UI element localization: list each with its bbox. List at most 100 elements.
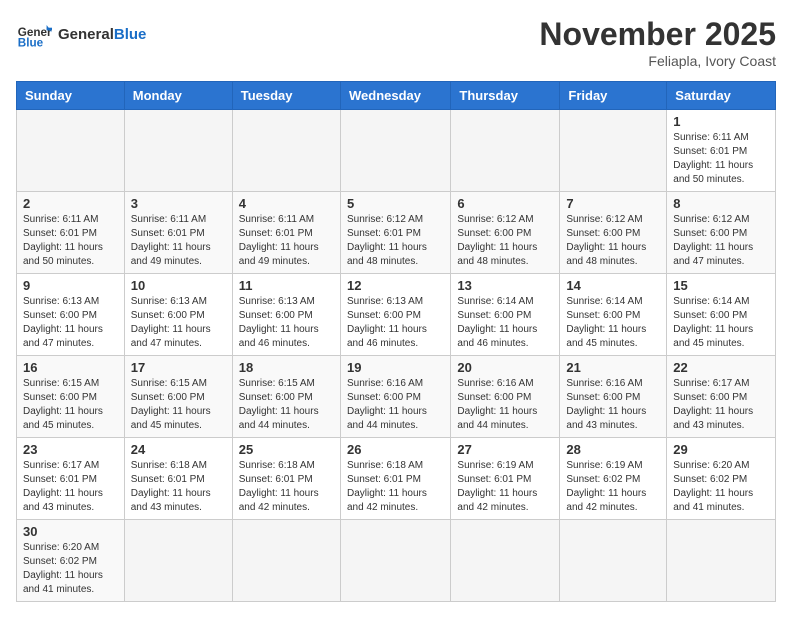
- calendar-cell: 16 Sunrise: 6:15 AM Sunset: 6:00 PM Dayli…: [17, 356, 125, 438]
- day-info: Sunrise: 6:18 AM Sunset: 6:01 PM Dayligh…: [239, 459, 334, 515]
- day-number: 22: [673, 360, 769, 375]
- day-number: 8: [673, 196, 769, 211]
- month-title: November 2025: [539, 16, 776, 53]
- weekday-header-monday: Monday: [124, 82, 232, 110]
- calendar-cell: 1Sunrise: 6:11 AM Sunset: 6:01 PM Daylig…: [667, 110, 776, 192]
- calendar-cell: 6Sunrise: 6:12 AM Sunset: 6:00 PM Daylig…: [451, 192, 560, 274]
- day-number: 19: [347, 360, 444, 375]
- day-number: 27: [457, 442, 553, 457]
- calendar-cell: [17, 110, 125, 192]
- weekday-header-row: SundayMondayTuesdayWednesdayThursdayFrid…: [17, 82, 776, 110]
- weekday-header-saturday: Saturday: [667, 82, 776, 110]
- logo: General Blue GeneralBlue: [16, 16, 146, 52]
- day-number: 7: [566, 196, 660, 211]
- weekday-header-tuesday: Tuesday: [232, 82, 340, 110]
- calendar-cell: 4Sunrise: 6:11 AM Sunset: 6:01 PM Daylig…: [232, 192, 340, 274]
- day-info: Sunrise: 6:20 AM Sunset: 6:02 PM Dayligh…: [23, 541, 118, 597]
- day-info: Sunrise: 6:13 AM Sunset: 6:00 PM Dayligh…: [347, 295, 444, 351]
- location-title: Feliapla, Ivory Coast: [539, 53, 776, 69]
- day-info: Sunrise: 6:19 AM Sunset: 6:01 PM Dayligh…: [457, 459, 553, 515]
- day-info: Sunrise: 6:14 AM Sunset: 6:00 PM Dayligh…: [566, 295, 660, 351]
- calendar-cell: 7Sunrise: 6:12 AM Sunset: 6:00 PM Daylig…: [560, 192, 667, 274]
- calendar-cell: [340, 520, 450, 602]
- day-number: 5: [347, 196, 444, 211]
- day-info: Sunrise: 6:17 AM Sunset: 6:01 PM Dayligh…: [23, 459, 118, 515]
- calendar-table: SundayMondayTuesdayWednesdayThursdayFrid…: [16, 81, 776, 602]
- day-number: 6: [457, 196, 553, 211]
- day-info: Sunrise: 6:17 AM Sunset: 6:00 PM Dayligh…: [673, 377, 769, 433]
- day-number: 3: [131, 196, 226, 211]
- calendar-cell: [560, 520, 667, 602]
- day-info: Sunrise: 6:15 AM Sunset: 6:00 PM Dayligh…: [23, 377, 118, 433]
- day-number: 14: [566, 278, 660, 293]
- day-number: 21: [566, 360, 660, 375]
- day-info: Sunrise: 6:11 AM Sunset: 6:01 PM Dayligh…: [131, 213, 226, 269]
- day-number: 17: [131, 360, 226, 375]
- logo-icon: General Blue: [16, 16, 52, 52]
- calendar-cell: 5 Sunrise: 6:12 AM Sunset: 6:01 PM Daylig…: [340, 192, 450, 274]
- calendar-cell: 12 Sunrise: 6:13 AM Sunset: 6:00 PM Dayli…: [340, 274, 450, 356]
- calendar-cell: [232, 110, 340, 192]
- calendar-cell: 3 Sunrise: 6:11 AM Sunset: 6:01 PM Daylig…: [124, 192, 232, 274]
- calendar-cell: 28Sunrise: 6:19 AM Sunset: 6:02 PM Dayli…: [560, 438, 667, 520]
- day-info: Sunrise: 6:16 AM Sunset: 6:00 PM Dayligh…: [457, 377, 553, 433]
- calendar-cell: 14 Sunrise: 6:14 AM Sunset: 6:00 PM Dayli…: [560, 274, 667, 356]
- calendar-cell: 18 Sunrise: 6:15 AM Sunset: 6:00 PM Dayli…: [232, 356, 340, 438]
- calendar-cell: 29 Sunrise: 6:20 AM Sunset: 6:02 PM Dayli…: [667, 438, 776, 520]
- calendar-week-row: 23 Sunrise: 6:17 AM Sunset: 6:01 PM Dayli…: [17, 438, 776, 520]
- calendar-cell: 11Sunrise: 6:13 AM Sunset: 6:00 PM Dayli…: [232, 274, 340, 356]
- calendar-cell: 9Sunrise: 6:13 AM Sunset: 6:00 PM Daylig…: [17, 274, 125, 356]
- logo-text: GeneralBlue: [58, 26, 146, 43]
- weekday-header-friday: Friday: [560, 82, 667, 110]
- day-number: 9: [23, 278, 118, 293]
- calendar-cell: 30 Sunrise: 6:20 AM Sunset: 6:02 PM Dayli…: [17, 520, 125, 602]
- day-number: 28: [566, 442, 660, 457]
- day-number: 25: [239, 442, 334, 457]
- day-number: 24: [131, 442, 226, 457]
- day-number: 11: [239, 278, 334, 293]
- day-number: 18: [239, 360, 334, 375]
- day-info: Sunrise: 6:18 AM Sunset: 6:01 PM Dayligh…: [347, 459, 444, 515]
- weekday-header-wednesday: Wednesday: [340, 82, 450, 110]
- page-header: General Blue GeneralBlue November 2025 F…: [16, 16, 776, 69]
- day-number: 20: [457, 360, 553, 375]
- calendar-cell: 13 Sunrise: 6:14 AM Sunset: 6:00 PM Dayli…: [451, 274, 560, 356]
- day-info: Sunrise: 6:14 AM Sunset: 6:00 PM Dayligh…: [673, 295, 769, 351]
- calendar-cell: 10Sunrise: 6:13 AM Sunset: 6:00 PM Dayli…: [124, 274, 232, 356]
- day-number: 12: [347, 278, 444, 293]
- day-number: 29: [673, 442, 769, 457]
- weekday-header-thursday: Thursday: [451, 82, 560, 110]
- calendar-cell: 21Sunrise: 6:16 AM Sunset: 6:00 PM Dayli…: [560, 356, 667, 438]
- day-number: 30: [23, 524, 118, 539]
- calendar-cell: [667, 520, 776, 602]
- calendar-cell: 17 Sunrise: 6:15 AM Sunset: 6:00 PM Dayli…: [124, 356, 232, 438]
- day-number: 13: [457, 278, 553, 293]
- day-number: 23: [23, 442, 118, 457]
- day-info: Sunrise: 6:12 AM Sunset: 6:01 PM Dayligh…: [347, 213, 444, 269]
- calendar-cell: 26Sunrise: 6:18 AM Sunset: 6:01 PM Dayli…: [340, 438, 450, 520]
- calendar-week-row: 9 Sunrise: 6:13 AM Sunset: 6:00 PM Daylig…: [17, 274, 776, 356]
- calendar-cell: [124, 110, 232, 192]
- day-info: Sunrise: 6:14 AM Sunset: 6:00 PM Dayligh…: [457, 295, 553, 351]
- calendar-cell: 24 Sunrise: 6:18 AM Sunset: 6:01 PM Dayli…: [124, 438, 232, 520]
- day-info: Sunrise: 6:20 AM Sunset: 6:02 PM Dayligh…: [673, 459, 769, 515]
- svg-text:Blue: Blue: [18, 37, 44, 50]
- day-info: Sunrise: 6:13 AM Sunset: 6:00 PM Dayligh…: [131, 295, 226, 351]
- calendar-cell: 23 Sunrise: 6:17 AM Sunset: 6:01 PM Dayli…: [17, 438, 125, 520]
- day-info: Sunrise: 6:16 AM Sunset: 6:00 PM Dayligh…: [347, 377, 444, 433]
- day-number: 1: [673, 114, 769, 129]
- calendar-week-row: 1Sunrise: 6:11 AM Sunset: 6:01 PM Daylig…: [17, 110, 776, 192]
- calendar-cell: 8Sunrise: 6:12 AM Sunset: 6:00 PM Daylig…: [667, 192, 776, 274]
- day-number: 4: [239, 196, 334, 211]
- calendar-cell: [340, 110, 450, 192]
- calendar-cell: [451, 110, 560, 192]
- day-info: Sunrise: 6:18 AM Sunset: 6:01 PM Dayligh…: [131, 459, 226, 515]
- day-info: Sunrise: 6:15 AM Sunset: 6:00 PM Dayligh…: [131, 377, 226, 433]
- title-block: November 2025 Feliapla, Ivory Coast: [539, 16, 776, 69]
- calendar-cell: 2 Sunrise: 6:11 AM Sunset: 6:01 PM Daylig…: [17, 192, 125, 274]
- day-number: 16: [23, 360, 118, 375]
- calendar-cell: 15Sunrise: 6:14 AM Sunset: 6:00 PM Dayli…: [667, 274, 776, 356]
- day-info: Sunrise: 6:11 AM Sunset: 6:01 PM Dayligh…: [23, 213, 118, 269]
- day-info: Sunrise: 6:15 AM Sunset: 6:00 PM Dayligh…: [239, 377, 334, 433]
- day-number: 2: [23, 196, 118, 211]
